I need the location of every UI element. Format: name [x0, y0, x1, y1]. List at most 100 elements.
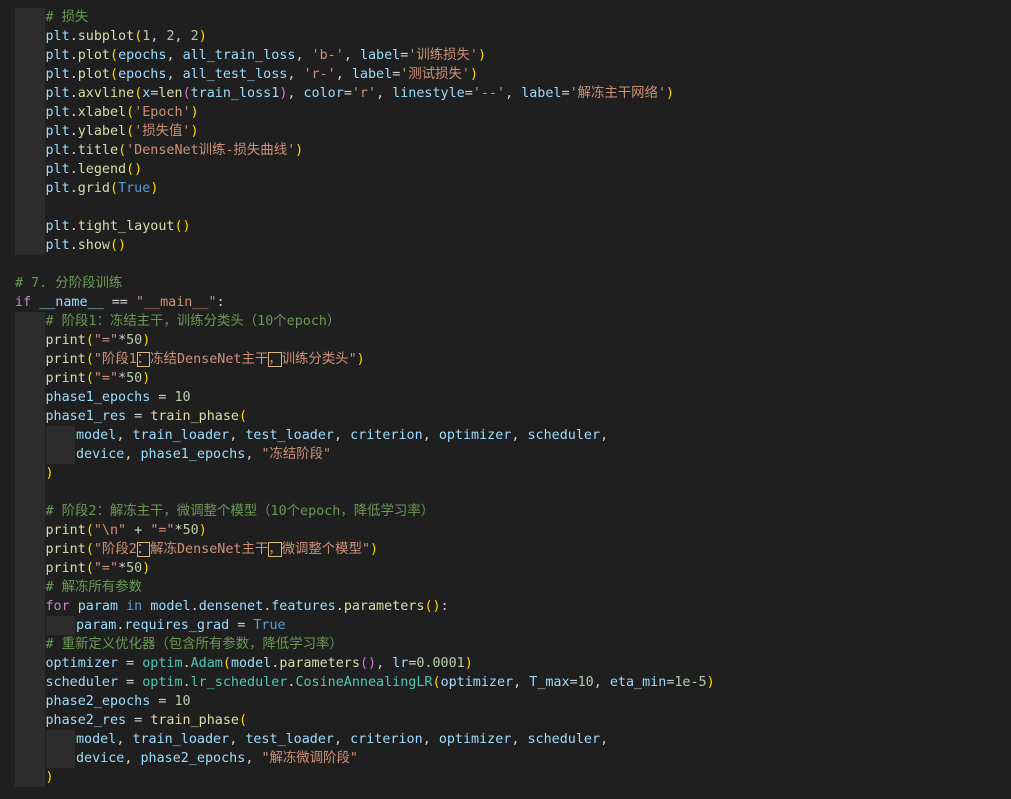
code-token: plt	[45, 105, 70, 120]
code-line[interactable]: )	[46, 464, 54, 483]
code-line[interactable]: phase1_epochs = 10	[46, 388, 191, 407]
code-token: 'r'	[351, 86, 377, 101]
code-token: (	[432, 675, 441, 690]
code-token: ,	[174, 29, 191, 44]
code-token: parameters	[279, 656, 360, 671]
code-line[interactable]: print("阶段2：解冻DenseNet主干，微调整个模型")	[46, 540, 378, 559]
code-token: )	[706, 675, 715, 690]
code-line[interactable]: print("="*50)	[46, 331, 151, 350]
code-token: ()	[424, 599, 441, 614]
code-line[interactable]: # 阶段1：冻结主干，训练分类头（10个epoch）	[46, 312, 341, 331]
code-token: )	[464, 656, 473, 671]
code-token: )	[45, 466, 54, 481]
code-line[interactable]: scheduler = optim.lr_scheduler.CosineAnn…	[46, 673, 715, 692]
code-line[interactable]: if __name__ == "__main__":	[15, 293, 225, 312]
code-token: ,	[150, 29, 167, 44]
code-line[interactable]: plt.plot(epochs, all_train_loss, 'b-', l…	[46, 46, 487, 65]
code-token: criterion	[350, 732, 423, 747]
code-token: "="	[93, 371, 119, 386]
code-line[interactable]: print("="*50)	[46, 559, 151, 578]
code-token: # 重新定义优化器（包含所有参数，降低学习率）	[45, 637, 343, 652]
code-line[interactable]: print("阶段1：冻结DenseNet主干，训练分类头")	[46, 350, 365, 369]
code-token: plot	[77, 48, 110, 63]
code-line[interactable]: model, train_loader, test_loader, criter…	[76, 426, 608, 445]
code-token: plt	[45, 143, 70, 158]
code-token: )	[150, 181, 159, 196]
code-line[interactable]: plt.legend()	[46, 160, 143, 179]
code-token: ,	[287, 67, 304, 82]
code-line[interactable]: phase2_res = train_phase(	[46, 711, 248, 730]
code-token: train_phase	[150, 713, 239, 728]
code-line[interactable]: plt.tight_layout()	[46, 217, 191, 236]
code-line[interactable]: # 解冻所有参数	[46, 578, 142, 597]
code-token: plt	[45, 48, 70, 63]
code-line[interactable]: plt.title('DenseNet训练-损失曲线')	[46, 141, 304, 160]
code-token: ,	[376, 86, 393, 101]
code-token: 10	[577, 675, 594, 690]
code-token: 解冻DenseNet主干	[150, 542, 269, 557]
code-token: =	[118, 656, 143, 671]
code-token: .	[335, 599, 344, 614]
code-line[interactable]: plt.xlabel('Epoch')	[46, 103, 199, 122]
code-line[interactable]: # 7. 分阶段训练	[15, 274, 122, 293]
code-token: ,	[335, 67, 352, 82]
code-token: (	[222, 656, 231, 671]
code-line[interactable]: for param in model.densenet.features.par…	[46, 597, 449, 616]
code-token: )	[142, 561, 151, 576]
code-token: print	[45, 561, 86, 576]
code-token: ,	[343, 48, 360, 63]
code-token: 1e-5	[674, 675, 707, 690]
code-token: ()	[359, 656, 377, 671]
code-token: ()	[126, 162, 143, 177]
code-token: 10	[174, 694, 191, 709]
code-token: *	[118, 561, 127, 576]
code-line[interactable]: )	[46, 768, 54, 787]
code-line[interactable]: print("="*50)	[46, 369, 151, 388]
code-token: model	[230, 656, 272, 671]
code-token: ,	[295, 48, 312, 63]
code-line[interactable]: plt.axvline(x=len(train_loss1), color='r…	[46, 84, 675, 103]
code-line[interactable]: optimizer = optim.Adam(model.parameters(…	[46, 654, 473, 673]
code-token: ,	[505, 86, 522, 101]
code-line[interactable]: phase1_res = train_phase(	[46, 407, 248, 426]
code-line[interactable]: # 阶段2：解冻主干，微调整个模型（10个epoch，降低学习率）	[46, 502, 435, 521]
code-editor[interactable]: # 损失 plt.subplot(1, 2, 2) plt.plot(epochs,…	[0, 0, 1011, 799]
code-token: ,	[245, 447, 262, 462]
code-token: ylabel	[77, 124, 127, 139]
code-line[interactable]: plt.ylabel('损失值')	[46, 122, 199, 141]
code-line[interactable]: device, phase2_epochs, "解冻微调阶段"	[76, 749, 358, 768]
code-line[interactable]: plt.grid(True)	[46, 179, 159, 198]
code-token: 'Epoch'	[134, 105, 191, 120]
code-token: *	[118, 371, 127, 386]
code-token: train_phase	[150, 409, 239, 424]
code-token: plt	[45, 67, 70, 82]
code-token: =	[150, 694, 175, 709]
code-token: 10	[174, 390, 191, 405]
code-line[interactable]: device, phase1_epochs, "冻结阶段"	[76, 445, 331, 464]
code-token: epochs	[118, 48, 167, 63]
code-token: optim	[142, 675, 183, 690]
code-token: device	[76, 751, 125, 766]
code-token: # 阶段2：解冻主干，微调整个模型（10个epoch，降低学习率）	[45, 504, 435, 519]
code-token: plt	[45, 181, 70, 196]
code-token: scheduler	[527, 428, 601, 443]
code-line[interactable]: print("\n" + "="*50)	[46, 521, 207, 540]
indent-guide	[45, 616, 75, 635]
code-line[interactable]: param.requires_grad = True	[76, 616, 286, 635]
code-token: )	[356, 352, 365, 367]
code-token: (	[85, 561, 94, 576]
code-line[interactable]: plt.subplot(1, 2, 2)	[46, 27, 207, 46]
code-token: 'r-'	[303, 67, 336, 82]
code-line[interactable]: # 损失	[46, 8, 89, 27]
code-line[interactable]: phase2_epochs = 10	[46, 692, 191, 711]
code-line[interactable]: plt.plot(epochs, all_test_loss, 'r-', la…	[46, 65, 479, 84]
code-token: ()	[110, 238, 127, 253]
indent-guide	[45, 426, 75, 464]
code-line[interactable]: model, train_loader, test_loader, criter…	[76, 730, 608, 749]
code-line[interactable]: plt.show()	[46, 236, 127, 255]
code-token: =	[569, 675, 578, 690]
code-token: .	[69, 67, 78, 82]
code-line[interactable]: # 重新定义优化器（包含所有参数，降低学习率）	[46, 635, 343, 654]
indent-guide	[15, 312, 45, 787]
